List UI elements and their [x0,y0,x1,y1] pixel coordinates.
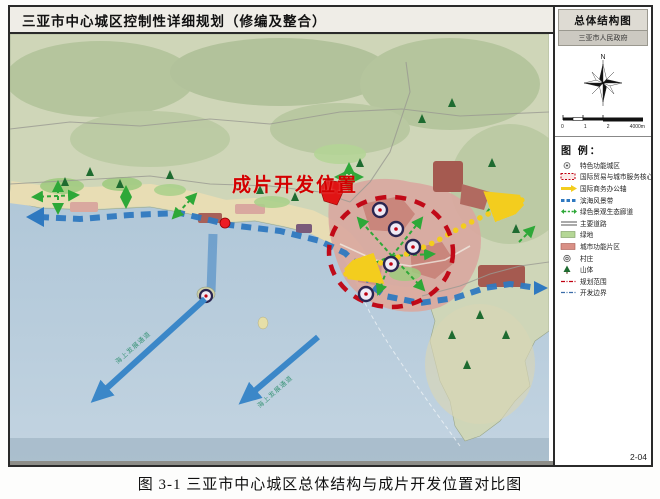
legend-icon-blue-dash-line [560,284,580,302]
legend-title: 图 例： [561,142,651,157]
legend-item-label: 村庄 [580,254,593,264]
figure-caption: 图 3-1 三亚市中心城区总体结构与成片开发位置对比图 [0,473,660,494]
legend-item-label: 绿色景观生态廊道 [580,207,633,217]
legend-item-label: 主要道路 [580,219,607,229]
compass-rose-icon: N [580,50,626,112]
planning-map: 成片开发位置 海上发展通道 海上发展通道 [10,34,549,463]
scale-tick: 4000m [630,124,645,130]
small-island [258,317,268,329]
legend-item-label: 特色功能城区 [580,161,620,171]
development-location-annotation: 成片开发位置 [232,170,358,197]
document-page: 三亚市中心城区控制性详细规划（修编及整合） [0,0,660,499]
map-canvas [10,34,549,463]
scale-bar [561,114,645,124]
legend-item-label: 开发边界 [580,289,607,299]
scale-tick: 2 [607,124,610,130]
development-site-dot [220,218,230,228]
sheet-number: 2-04 [630,452,647,462]
map-sheet-frame: 三亚市中心城区控制性详细规划（修编及整合） [8,5,653,467]
legend-item-label: 绿地 [580,231,593,241]
agency-name: 三亚市人民政府 [558,31,648,46]
legend-item-label: 山体 [580,265,593,275]
legend-item: 开发边界 [555,288,651,300]
scale-tick-labels: 0 1 2 4000m [561,124,645,130]
sidebar-divider [555,136,651,137]
map-sheet-name: 总体结构图 [558,9,648,31]
legend-item-label: 规划范围 [580,277,607,287]
legend-item-label: 滨海风景带 [580,196,613,206]
sheet-header: 三亚市中心城区控制性详细规划（修编及整合） [10,7,555,34]
island-link-band [211,234,213,292]
legend-item-label: 国际商务办公轴 [580,184,627,194]
frame-bottom-strip [10,461,553,465]
legend-item-label: 国际贸易与城市服务核心 [580,173,653,183]
map-sidebar: 总体结构图 三亚市人民政府 N [553,7,651,465]
sea-deep-band [10,438,549,463]
legend-item-label: 城市功能片区 [580,242,620,252]
scale-tick: 0 [561,124,564,130]
scale-tick: 1 [584,124,587,130]
plan-title: 三亚市中心城区控制性详细规划（修编及整合） [10,10,327,30]
north-label: N [600,54,605,61]
